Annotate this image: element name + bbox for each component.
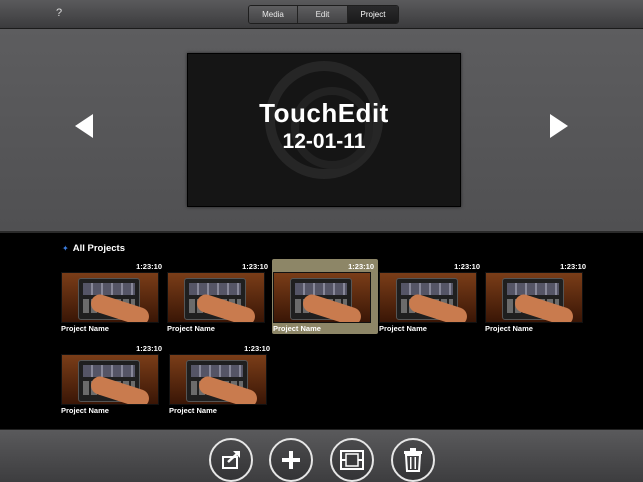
project-name: Project Name <box>61 324 109 333</box>
duration-label: 1:23:10 <box>136 262 162 271</box>
project-tile[interactable]: 1:23:10 Project Name <box>61 344 165 416</box>
project-name: Project Name <box>485 324 533 333</box>
project-name: Project Name <box>167 324 215 333</box>
project-thumbnail <box>61 354 159 405</box>
right-triangle-icon[interactable] <box>550 114 568 138</box>
project-name: Project Name <box>379 324 427 333</box>
section-header: ✦ All Projects <box>62 243 125 254</box>
duration-label: 1:23:10 <box>454 262 480 271</box>
project-tile[interactable]: 1:23:10 Project Name <box>167 262 271 334</box>
project-title: TouchEdit <box>259 98 389 128</box>
delete-button[interactable] <box>391 438 435 482</box>
blue-star-icon: ✦ <box>62 244 69 253</box>
project-thumbnail <box>273 272 371 323</box>
project-tile[interactable]: 1:23:10 Project Name <box>485 262 589 334</box>
add-project-button[interactable] <box>269 438 313 482</box>
project-date: 12-01-11 <box>282 130 366 153</box>
duration-label: 1:23:10 <box>242 262 268 271</box>
project-thumbnail <box>167 272 265 323</box>
duration-label: 1:23:10 <box>136 344 162 353</box>
tab-project[interactable]: Project <box>348 6 398 23</box>
project-name: Project Name <box>61 406 109 415</box>
project-tile-selected[interactable]: 1:23:10 Project Name <box>272 259 378 334</box>
bottom-toolbar <box>0 429 643 482</box>
share-icon <box>222 451 240 469</box>
help-button[interactable]: ? <box>52 7 66 23</box>
project-name: Project Name <box>273 324 321 333</box>
project-thumbnail <box>169 354 267 405</box>
project-name: Project Name <box>169 406 217 415</box>
project-preview-area: TouchEdit 12-01-11 <box>0 29 643 231</box>
share-button[interactable] <box>209 438 253 482</box>
duration-label: 1:23:10 <box>348 262 374 271</box>
project-thumbnail <box>61 272 159 323</box>
project-thumbnail <box>379 272 477 323</box>
duplicate-icon <box>340 450 364 470</box>
duplicate-button[interactable] <box>330 438 374 482</box>
project-tile[interactable]: 1:23:10 Project Name <box>379 262 483 334</box>
tab-edit[interactable]: Edit <box>298 6 348 23</box>
mode-segmented-control: Media Edit Project <box>248 5 399 24</box>
project-preview-screen[interactable]: TouchEdit 12-01-11 <box>187 53 461 207</box>
trash-icon <box>404 448 422 472</box>
project-tile[interactable]: 1:23:10 Project Name <box>61 262 165 334</box>
tab-media[interactable]: Media <box>249 6 298 23</box>
duration-label: 1:23:10 <box>560 262 586 271</box>
plus-icon <box>282 451 300 469</box>
projects-browser: ✦ All Projects 1:23:10 Project Name 1:23:… <box>0 233 643 429</box>
project-tile[interactable]: 1:23:10 Project Name <box>169 344 273 416</box>
project-thumbnail <box>485 272 583 323</box>
left-triangle-icon[interactable] <box>75 114 93 138</box>
top-bar: ? Media Edit Project <box>0 0 643 29</box>
section-title: All Projects <box>72 243 125 254</box>
duration-label: 1:23:10 <box>244 344 270 353</box>
